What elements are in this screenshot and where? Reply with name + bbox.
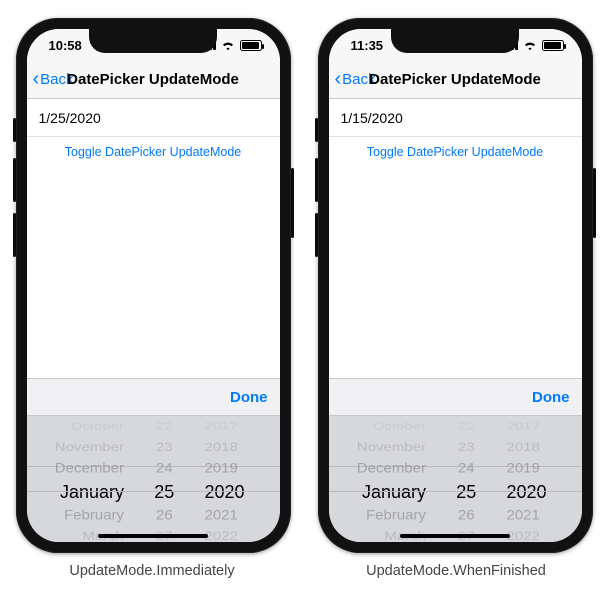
home-indicator[interactable]: [400, 534, 510, 538]
side-button: [315, 118, 318, 142]
picker-row: 24: [156, 459, 173, 478]
notch: [391, 29, 519, 53]
picker-row: 2021: [205, 506, 238, 525]
date-field[interactable]: 1/15/2020: [329, 99, 582, 137]
side-button: [13, 158, 16, 202]
picker-row: 2022: [205, 528, 238, 542]
side-button: [593, 168, 596, 238]
picker-row: 24: [458, 459, 475, 478]
back-label: Back: [342, 71, 375, 88]
picker-selected: 25: [456, 479, 476, 505]
picker-row: 2018: [205, 439, 238, 456]
content-area: 1/15/2020 Toggle DatePicker UpdateMode: [329, 99, 582, 378]
picker-row: October: [373, 420, 426, 434]
picker-row: February: [64, 506, 124, 525]
picker-row: 26: [156, 506, 173, 525]
picker-row: 23: [156, 439, 173, 456]
phones-row: 10:58 ‹ Back DatePicker UpdateMode 1/25/…: [0, 0, 608, 553]
date-value: 1/15/2020: [341, 110, 403, 126]
back-button[interactable]: ‹ Back: [27, 71, 74, 89]
date-value: 1/25/2020: [39, 110, 101, 126]
date-field[interactable]: 1/25/2020: [27, 99, 280, 137]
keyboard-accessory-bar: Done: [27, 378, 280, 416]
picker-selected: 25: [154, 479, 174, 505]
wifi-icon: [523, 40, 537, 51]
back-label: Back: [40, 71, 73, 88]
status-time: 11:35: [351, 38, 384, 53]
done-button[interactable]: Done: [230, 389, 268, 406]
picker-row: 2019: [507, 459, 540, 478]
side-button: [13, 213, 16, 257]
picker-month-column[interactable]: October November December January Februa…: [329, 416, 441, 542]
picker-row: 2019: [205, 459, 238, 478]
screen: 11:35 ‹ Back DatePicker UpdateMode 1/15/…: [329, 29, 582, 542]
date-picker[interactable]: October November December January Februa…: [27, 416, 280, 542]
picker-selected: January: [60, 479, 124, 505]
picker-row: December: [55, 459, 124, 478]
battery-icon: [240, 40, 262, 51]
status-time: 10:58: [49, 38, 82, 53]
nav-bar: ‹ Back DatePicker UpdateMode: [27, 61, 280, 99]
picker-row: 22: [458, 420, 475, 434]
screen: 10:58 ‹ Back DatePicker UpdateMode 1/25/…: [27, 29, 280, 542]
chevron-left-icon: ‹: [33, 69, 40, 89]
content-area: 1/25/2020 Toggle DatePicker UpdateMode: [27, 99, 280, 378]
side-button: [315, 158, 318, 202]
picker-row: December: [357, 459, 426, 478]
picker-selected: 2020: [205, 479, 245, 505]
picker-row: 2018: [507, 439, 540, 456]
side-button: [13, 118, 16, 142]
side-button: [315, 213, 318, 257]
done-button[interactable]: Done: [532, 389, 570, 406]
notch: [89, 29, 217, 53]
picker-row: 26: [458, 506, 475, 525]
picker-row: 2022: [507, 528, 540, 542]
picker-day-column[interactable]: 22 23 24 25 26 27 28: [138, 416, 191, 542]
picker-row: 22: [156, 420, 173, 434]
picker-day-column[interactable]: 22 23 24 25 26 27 28: [440, 416, 493, 542]
picker-row: November: [357, 439, 426, 456]
toggle-updatemode-button[interactable]: Toggle DatePicker UpdateMode: [329, 137, 582, 167]
keyboard-accessory-bar: Done: [329, 378, 582, 416]
date-picker[interactable]: October November December January Februa…: [329, 416, 582, 542]
nav-bar: ‹ Back DatePicker UpdateMode: [329, 61, 582, 99]
captions-row: UpdateMode.Immediately UpdateMode.WhenFi…: [0, 553, 608, 579]
back-button[interactable]: ‹ Back: [329, 71, 376, 89]
picker-row: November: [55, 439, 124, 456]
picker-row: 2017: [205, 420, 238, 434]
picker-row: 2021: [507, 506, 540, 525]
chevron-left-icon: ‹: [335, 69, 342, 89]
picker-row: 23: [458, 439, 475, 456]
picker-year-column[interactable]: 2017 2018 2019 2020 2021 2022 2023: [493, 416, 582, 542]
phone-frame-right: 11:35 ‹ Back DatePicker UpdateMode 1/15/…: [318, 18, 593, 553]
battery-icon: [542, 40, 564, 51]
picker-row: October: [71, 420, 124, 434]
picker-selected: January: [362, 479, 426, 505]
caption-right: UpdateMode.WhenFinished: [319, 563, 594, 579]
picker-row: 2017: [507, 420, 540, 434]
home-indicator[interactable]: [98, 534, 208, 538]
toggle-updatemode-button[interactable]: Toggle DatePicker UpdateMode: [27, 137, 280, 167]
picker-row: February: [366, 506, 426, 525]
picker-selected: 2020: [507, 479, 547, 505]
wifi-icon: [221, 40, 235, 51]
caption-left: UpdateMode.Immediately: [15, 563, 290, 579]
phone-frame-left: 10:58 ‹ Back DatePicker UpdateMode 1/25/…: [16, 18, 291, 553]
picker-year-column[interactable]: 2017 2018 2019 2020 2021 2022 2023: [191, 416, 280, 542]
picker-month-column[interactable]: October November December January Februa…: [27, 416, 139, 542]
side-button: [291, 168, 294, 238]
